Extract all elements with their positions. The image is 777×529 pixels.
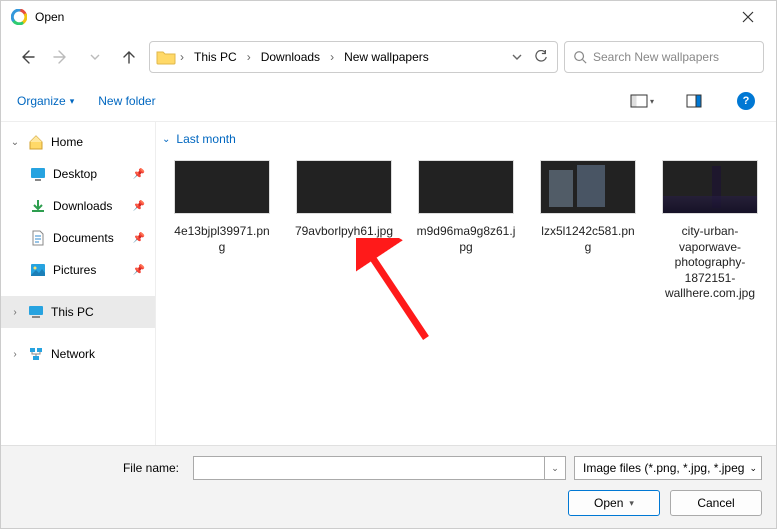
folder-icon [156, 49, 174, 65]
pin-icon: 📌 [133, 201, 145, 212]
file-item[interactable]: city-urban-vaporwave-photography-1872151… [660, 160, 760, 302]
file-name: 79avborlpyh61.jpg [294, 224, 394, 240]
chevron-down-icon: ⌄ [749, 463, 757, 474]
desktop-icon [29, 166, 47, 182]
pin-icon: 📌 [133, 233, 145, 244]
file-item[interactable]: m9d96ma9g8z61.jpg [416, 160, 516, 302]
footer: File name: ⌄ Image files (*.png, *.jpg, … [1, 445, 776, 528]
sidebar-item-network[interactable]: › Network [1, 338, 155, 370]
chevron-down-icon: ⌄ [9, 137, 21, 148]
crumb-downloads[interactable]: Downloads [257, 48, 324, 66]
cancel-button[interactable]: Cancel [670, 490, 762, 516]
sidebar-item-desktop[interactable]: Desktop 📌 [1, 158, 155, 190]
this-pc-icon [27, 304, 45, 320]
search-box[interactable] [564, 41, 764, 73]
thumbnail-image [296, 160, 392, 214]
thumbnail-image [174, 160, 270, 214]
body: ⌄ Home Desktop 📌 Downloads 📌 Documents [1, 121, 776, 445]
chevron-right-icon: › [178, 50, 186, 64]
titlebar: Open [1, 1, 776, 33]
file-name: lzx5l1242c581.png [538, 224, 638, 255]
sidebar-item-documents[interactable]: Documents 📌 [1, 222, 155, 254]
file-item[interactable]: 4e13bjpl39971.png [172, 160, 272, 302]
new-folder-label: New folder [98, 94, 155, 108]
sidebar-label: Downloads [53, 199, 112, 213]
file-name: city-urban-vaporwave-photography-1872151… [660, 224, 760, 302]
crumb-this-pc[interactable]: This PC [190, 48, 241, 66]
chevron-right-icon: › [9, 349, 21, 360]
window-title: Open [35, 10, 64, 24]
filename-dropdown[interactable]: ⌄ [544, 456, 566, 480]
up-button[interactable] [115, 43, 143, 71]
documents-icon [29, 230, 47, 246]
history-dropdown[interactable] [507, 47, 527, 67]
group-label: Last month [176, 132, 235, 146]
home-icon [27, 134, 45, 150]
thumbnail-image [540, 160, 636, 214]
thumbnail-grid: 4e13bjpl39971.png 79avborlpyh61.jpg m9d9… [162, 160, 770, 302]
preview-pane-button[interactable] [680, 87, 708, 115]
chevron-down-icon: ⌄ [551, 463, 559, 474]
downloads-icon [29, 198, 47, 214]
cancel-label: Cancel [697, 496, 734, 510]
sidebar-label: This PC [51, 305, 94, 319]
search-input[interactable] [593, 50, 755, 64]
filter-label: Image files (*.png, *.jpg, *.jpeg, [583, 461, 745, 475]
filename-input[interactable] [193, 456, 544, 480]
chevron-down-icon: ▾ [70, 96, 75, 107]
file-item[interactable]: 79avborlpyh61.jpg [294, 160, 394, 302]
filename-label: File name: [15, 461, 185, 475]
app-icon [11, 9, 27, 25]
file-type-filter[interactable]: Image files (*.png, *.jpg, *.jpeg, ⌄ [574, 456, 762, 480]
address-bar[interactable]: › This PC › Downloads › New wallpapers [149, 41, 558, 73]
recent-dropdown[interactable] [81, 43, 109, 71]
sidebar-label: Home [51, 135, 83, 149]
forward-button[interactable] [47, 43, 75, 71]
sidebar-item-pictures[interactable]: Pictures 📌 [1, 254, 155, 286]
sidebar-label: Documents [53, 231, 114, 245]
sidebar-label: Pictures [53, 263, 96, 277]
crumb-new-wallpapers[interactable]: New wallpapers [340, 48, 433, 66]
view-mode-button[interactable]: ▾ [628, 87, 656, 115]
group-header-last-month[interactable]: ⌄ Last month [162, 132, 770, 146]
pin-icon: 📌 [133, 265, 145, 276]
sidebar-label: Network [51, 347, 95, 361]
organize-label: Organize [17, 94, 66, 108]
file-item[interactable]: lzx5l1242c581.png [538, 160, 638, 302]
open-label: Open [594, 496, 623, 510]
sidebar-item-this-pc[interactable]: › This PC [1, 296, 155, 328]
thumbnail-image [662, 160, 758, 214]
new-folder-button[interactable]: New folder [98, 94, 155, 108]
nav-row: › This PC › Downloads › New wallpapers [1, 33, 776, 81]
split-chevron-icon: ▾ [629, 498, 634, 509]
chevron-right-icon: › [9, 307, 21, 318]
sidebar-label: Desktop [53, 167, 97, 181]
help-icon: ? [737, 92, 755, 110]
search-icon [573, 50, 587, 64]
help-button[interactable]: ? [732, 87, 760, 115]
chevron-down-icon: ⌄ [162, 134, 170, 145]
sidebar-item-home[interactable]: ⌄ Home [1, 126, 155, 158]
chevron-right-icon: › [328, 50, 336, 64]
thumbnail-image [418, 160, 514, 214]
back-button[interactable] [13, 43, 41, 71]
chevron-right-icon: › [245, 50, 253, 64]
open-button[interactable]: Open ▾ [568, 490, 660, 516]
toolbar: Organize ▾ New folder ▾ ? [1, 81, 776, 121]
refresh-button[interactable] [531, 47, 551, 67]
file-name: m9d96ma9g8z61.jpg [416, 224, 516, 255]
pin-icon: 📌 [133, 169, 145, 180]
sidebar-item-downloads[interactable]: Downloads 📌 [1, 190, 155, 222]
sidebar: ⌄ Home Desktop 📌 Downloads 📌 Documents [1, 122, 156, 445]
file-pane[interactable]: ⌄ Last month 4e13bjpl39971.png 79avborlp… [156, 122, 776, 445]
network-icon [27, 346, 45, 362]
pictures-icon [29, 262, 47, 278]
file-name: 4e13bjpl39971.png [172, 224, 272, 255]
close-button[interactable] [728, 1, 768, 33]
organize-menu[interactable]: Organize ▾ [17, 94, 74, 108]
